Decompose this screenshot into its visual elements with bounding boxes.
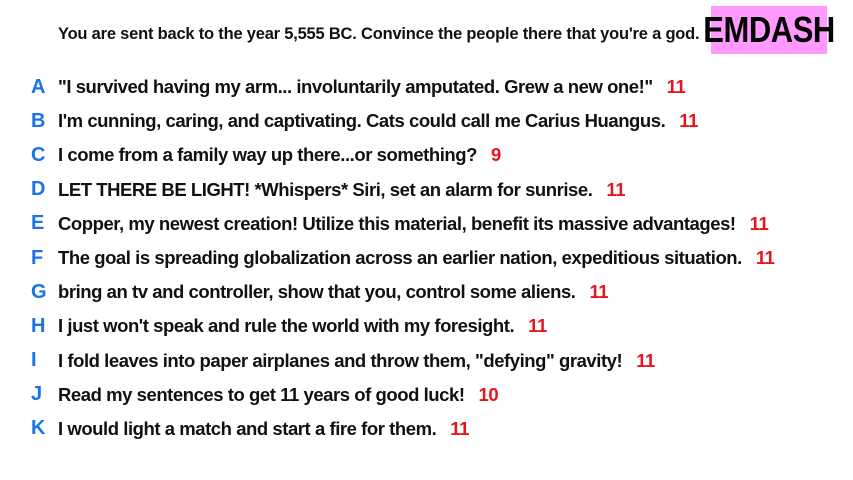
answer-letter: B [31, 109, 46, 132]
answer-text: LET THERE BE LIGHT! *Whispers* Siri, set… [58, 178, 593, 200]
answer-letter: H [31, 314, 46, 337]
answer-text: I fold leaves into paper airplanes and t… [58, 349, 623, 371]
answer-text: "I survived having my arm... involuntari… [58, 76, 653, 98]
answer-text: I'm cunning, caring, and captivating. Ca… [58, 110, 666, 132]
answer-body: I fold leaves into paper airplanes and t… [58, 350, 655, 372]
answer-body: LET THERE BE LIGHT! *Whispers* Siri, set… [58, 178, 626, 201]
answer-item-a: A "I survived having my arm... involunta… [0, 70, 853, 104]
answer-score: 11 [606, 178, 626, 200]
answer-item-e: E Copper, my newest creation! Utilize th… [0, 207, 853, 241]
answer-body: I just won't speak and rule the world wi… [58, 315, 547, 337]
answer-item-i: I I fold leaves into paper airplanes and… [0, 344, 853, 378]
answer-body: Copper, my newest creation! Utilize this… [58, 212, 769, 235]
answer-score: 11 [589, 281, 609, 303]
answer-letter: J [31, 383, 43, 406]
answer-body: I would light a match and start a fire f… [58, 418, 469, 440]
answer-item-j: J Read my sentences to get 11 years of g… [0, 378, 853, 412]
answer-item-f: F The goal is spreading globalization ac… [0, 241, 853, 275]
answer-text: I just won't speak and rule the world wi… [58, 315, 515, 337]
answer-text: bring an tv and controller, show that yo… [58, 281, 576, 303]
answer-item-k: K I would light a match and start a fire… [0, 412, 853, 446]
answer-letter: D [31, 178, 46, 201]
answer-body: Read my sentences to get 11 years of goo… [58, 383, 499, 406]
answer-letter: G [31, 280, 47, 303]
prompt-text: You are sent back to the year 5,555 BC. … [58, 25, 700, 43]
emdash-logo: EMDASH [703, 6, 835, 54]
answer-letter: C [31, 143, 46, 166]
answer-score: 11 [666, 76, 686, 98]
answer-body: The goal is spreading globalization acro… [58, 247, 775, 269]
answer-score: 11 [528, 315, 547, 337]
answer-body: bring an tv and controller, show that yo… [58, 281, 609, 303]
answer-score: 11 [450, 417, 469, 439]
answer-text: Read my sentences to get 11 years of goo… [58, 383, 465, 405]
answer-letter: E [31, 212, 45, 235]
answer-item-h: H I just won't speak and rule the world … [0, 309, 853, 343]
answer-score: 11 [636, 349, 655, 371]
answer-text: Copper, my newest creation! Utilize this… [58, 212, 736, 234]
answer-item-d: D LET THERE BE LIGHT! *Whispers* Siri, s… [0, 173, 853, 207]
answer-item-c: C I come from a family way up there...or… [0, 138, 853, 172]
answer-text: I come from a family way up there...or s… [58, 144, 477, 166]
answer-score: 10 [478, 383, 499, 405]
answer-score: 11 [749, 212, 769, 234]
answer-score: 11 [679, 110, 698, 132]
answer-list: A "I survived having my arm... involunta… [0, 70, 853, 446]
answer-letter: I [31, 349, 37, 372]
answer-text: The goal is spreading globalization acro… [58, 247, 742, 269]
answer-letter: F [31, 246, 44, 269]
answer-text: I would light a match and start a fire f… [58, 417, 437, 439]
answer-letter: A [31, 75, 46, 98]
answer-score: 9 [490, 144, 501, 166]
answer-body: I come from a family way up there...or s… [58, 144, 501, 166]
answer-body: I'm cunning, caring, and captivating. Ca… [58, 110, 698, 132]
answer-item-b: B I'm cunning, caring, and captivating. … [0, 104, 853, 138]
answer-letter: K [31, 417, 46, 440]
answer-body: "I survived having my arm... involuntari… [58, 76, 686, 98]
answer-item-g: G bring an tv and controller, show that … [0, 275, 853, 309]
answer-score: 11 [755, 247, 775, 269]
